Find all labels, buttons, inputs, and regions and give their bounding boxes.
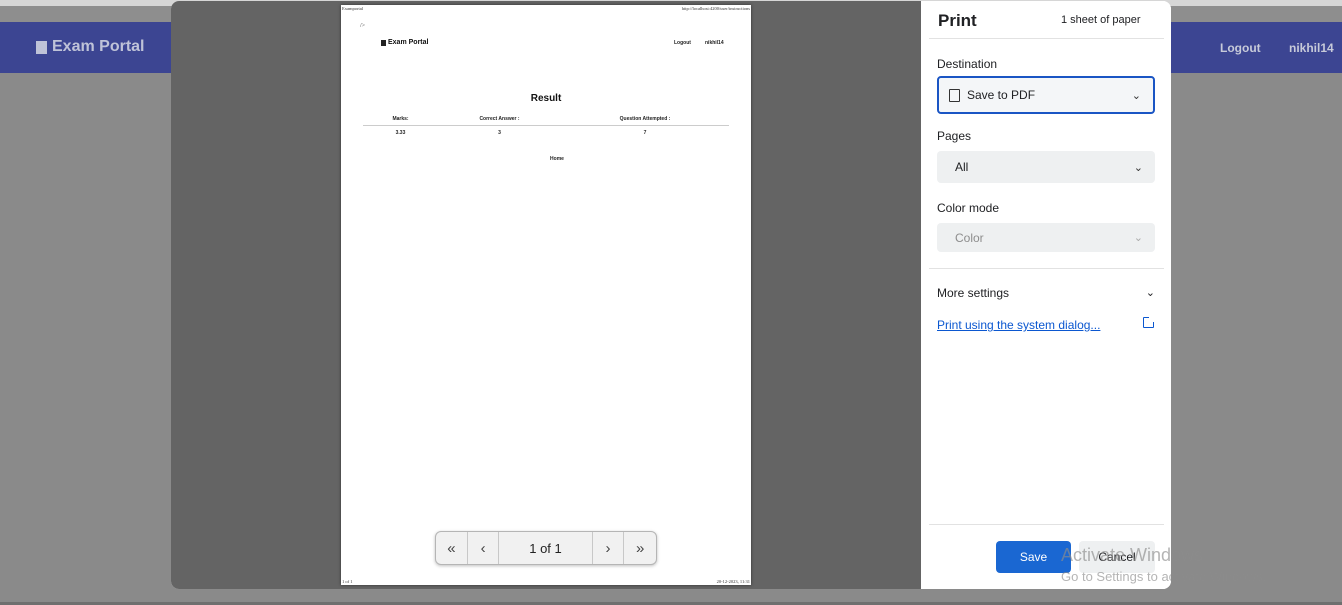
print-dialog: Examportal http://localhost:4200/user/in… bbox=[171, 1, 1171, 589]
sheet-count: 1 sheet of paper bbox=[1061, 14, 1141, 26]
chevron-down-icon: ⌄ bbox=[1145, 287, 1155, 299]
color-mode-select[interactable]: Color ⌄ bbox=[937, 223, 1155, 252]
preview-page: Examportal http://localhost:4200/user/in… bbox=[341, 5, 751, 585]
app-username[interactable]: nikhil14 bbox=[1289, 41, 1334, 55]
first-page-button[interactable]: « bbox=[436, 532, 468, 564]
watermark-subtitle: Go to Settings to activate Windows. bbox=[1061, 569, 1267, 584]
last-page-button[interactable]: » bbox=[624, 532, 656, 564]
page-navigator: « ‹ 1 of 1 › » bbox=[435, 531, 657, 565]
next-page-button[interactable]: › bbox=[593, 532, 625, 564]
last-page-icon: » bbox=[635, 539, 645, 557]
preview-brand-label: Exam Portal bbox=[388, 39, 429, 46]
pages-label: Pages bbox=[937, 129, 972, 143]
open-external-icon[interactable] bbox=[1143, 316, 1155, 328]
table-row: 3.33 3 7 bbox=[363, 126, 729, 139]
more-settings-label: More settings bbox=[937, 286, 1010, 300]
next-page-icon: › bbox=[605, 539, 611, 557]
table-header-row: Marks: Correct Answer : Question Attempt… bbox=[363, 113, 729, 126]
print-settings-panel: Print 1 sheet of paper Destination Save … bbox=[921, 1, 1171, 589]
app-brand-label: Exam Portal bbox=[52, 38, 145, 55]
pages-select[interactable]: All ⌄ bbox=[937, 151, 1155, 183]
preview-title: Result bbox=[530, 93, 562, 104]
save-button[interactable]: Save bbox=[996, 541, 1071, 573]
table-cell: 3.33 bbox=[395, 129, 406, 136]
preview-stray-text: /> bbox=[360, 23, 366, 29]
document-icon bbox=[949, 88, 960, 102]
footer-divider bbox=[929, 524, 1164, 525]
preview-username: nikhil14 bbox=[705, 40, 724, 46]
app-logout-link[interactable]: Logout bbox=[1220, 41, 1261, 55]
preview-header-right: http://localhost:4200/user/instructions bbox=[681, 6, 750, 11]
book-icon bbox=[36, 40, 47, 54]
chevron-down-icon: ⌄ bbox=[1131, 89, 1141, 102]
print-preview-area: Examportal http://localhost:4200/user/in… bbox=[171, 1, 921, 589]
first-page-icon: « bbox=[447, 539, 456, 557]
chevron-down-icon: ⌄ bbox=[1133, 161, 1143, 174]
section-divider bbox=[929, 268, 1164, 269]
prev-page-button[interactable]: ‹ bbox=[468, 532, 500, 564]
system-dialog-link[interactable]: Print using the system dialog... bbox=[937, 318, 1100, 332]
app-brand[interactable]: Exam Portal bbox=[36, 38, 144, 56]
color-mode-label: Color mode bbox=[937, 201, 1000, 215]
table-cell: 3 bbox=[498, 129, 501, 136]
more-settings-toggle[interactable]: More settings ⌄ bbox=[937, 286, 1155, 300]
book-icon bbox=[381, 39, 386, 46]
pages-value: All bbox=[955, 160, 969, 174]
destination-value: Save to PDF bbox=[967, 88, 1036, 102]
table-header-cell: Marks: bbox=[392, 116, 409, 122]
preview-header-left: Examportal bbox=[342, 6, 363, 11]
destination-label: Destination bbox=[937, 57, 998, 71]
print-title: Print bbox=[938, 11, 977, 30]
destination-select[interactable]: Save to PDF ⌄ bbox=[937, 76, 1155, 114]
table-cell: 7 bbox=[643, 129, 647, 136]
preview-logout: Logout bbox=[674, 40, 691, 46]
table-header-cell: Correct Answer : bbox=[479, 116, 520, 122]
page-indicator: 1 of 1 bbox=[499, 532, 593, 564]
preview-footer-left: 1 of 1 bbox=[342, 579, 353, 584]
preview-brand: Exam Portal bbox=[381, 39, 428, 46]
table-header-cell: Question Attempted : bbox=[619, 116, 671, 122]
color-mode-value: Color bbox=[955, 230, 984, 245]
chevron-down-icon: ⌄ bbox=[1133, 232, 1143, 244]
prev-page-icon: ‹ bbox=[480, 539, 486, 557]
watermark-title: Activate Windows bbox=[1061, 545, 1204, 565]
preview-result-table: Marks: Correct Answer : Question Attempt… bbox=[363, 113, 729, 139]
preview-footer-right: 20-12-2023, 11:31 bbox=[716, 579, 750, 584]
header-divider bbox=[929, 38, 1164, 39]
preview-home-link: Home bbox=[550, 156, 564, 162]
activate-windows-watermark: Activate Windows Go to Settings to activ… bbox=[1061, 545, 1266, 584]
